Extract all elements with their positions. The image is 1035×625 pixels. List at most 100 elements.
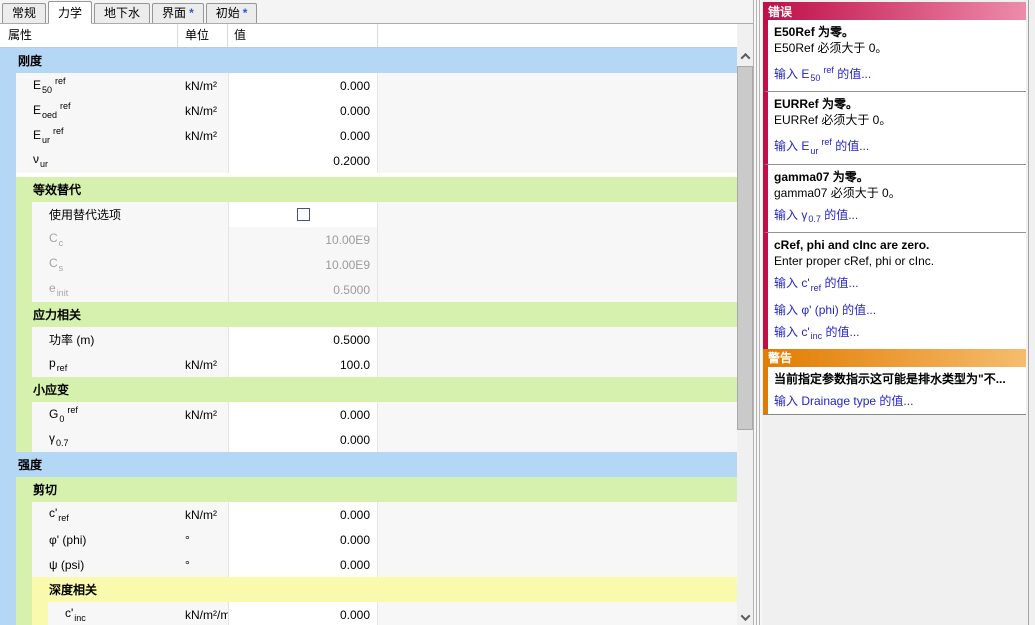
section-shear: 剪切 (0, 477, 737, 502)
pref-label: pref (32, 352, 178, 377)
row-cref: c'ref kN/m² 0.000 (0, 502, 737, 527)
pref-unit: kN/m² (178, 352, 228, 377)
einit-label: einit (32, 277, 178, 302)
error-title: E50Ref 为零。 (774, 25, 1020, 40)
section-alternatives: 等效替代 (0, 177, 737, 202)
cinc-label: c'inc (48, 602, 178, 625)
e50ref-unit: kN/m² (178, 73, 228, 98)
fix-e50ref-link[interactable]: 输入 E50ref 的值... (774, 63, 1020, 86)
feedback-panel: 错误 E50Ref 为零。 E50Ref 必须大于 0。 输入 E50ref 的… (763, 2, 1026, 415)
fix-phi-link[interactable]: 输入 φ' (phi) 的值... (774, 303, 1020, 318)
fix-cinc-link[interactable]: 输入 c'inc 的值... (774, 325, 1020, 344)
section-small-strain: 小应变 (0, 377, 737, 402)
eoedref-value-field[interactable]: 0.000 (228, 98, 378, 123)
cc-value-field: 10.00E9 (228, 227, 378, 252)
error-item-cref-phi-cinc: cRef, phi and cInc are zero. Enter prope… (763, 233, 1026, 349)
warning-item-drainage: 当前指定参数指示这可能是排水类型为"不... 输入 Drainage type … (763, 367, 1026, 414)
row-psi: ψ (psi) ° 0.000 (0, 552, 737, 577)
eoedref-label: Eoedref (16, 98, 178, 123)
section-stress-level: 应力相关 (0, 302, 737, 327)
column-header-unit: 单位 (178, 24, 228, 47)
error-title: gamma07 为零。 (774, 170, 1020, 185)
section-strength: 强度 (0, 452, 737, 477)
tab-mechanical[interactable]: 力学 (48, 1, 92, 24)
e50ref-label: E50ref (16, 73, 178, 98)
scrollbar-thumb[interactable] (737, 66, 753, 430)
window-edge-line (1028, 0, 1029, 625)
fix-drainage-type-link[interactable]: 输入 Drainage type 的值... (774, 394, 1020, 409)
cref-value-field[interactable]: 0.000 (228, 502, 378, 527)
warning-title: 当前指定参数指示这可能是排水类型为"不... (774, 372, 1020, 387)
error-desc: EURRef 必须大于 0。 (774, 113, 1020, 128)
section-stiffness: 刚度 (0, 48, 737, 73)
power-m-label: 功率 (m) (32, 327, 178, 352)
row-eoedref: Eoedref kN/m² 0.000 (0, 98, 737, 123)
nu-ur-value-field[interactable]: 0.2000 (228, 148, 378, 173)
pref-value-field[interactable]: 100.0 (228, 352, 378, 377)
pane-splitter[interactable] (753, 0, 762, 625)
chevron-up-icon (740, 52, 750, 62)
cref-label: c'ref (32, 502, 178, 527)
cs-value-field: 10.00E9 (228, 252, 378, 277)
phi-label: φ' (phi) (32, 527, 178, 552)
feedback-pane: 错误 E50Ref 为零。 E50Ref 必须大于 0。 输入 E50ref 的… (753, 0, 1035, 625)
cref-unit: kN/m² (178, 502, 228, 527)
e50ref-value-field[interactable]: 0.000 (228, 73, 378, 98)
cinc-unit: kN/m²/m (178, 602, 228, 625)
eurref-label: Eurref (16, 123, 178, 148)
vertical-scrollbar[interactable] (737, 48, 753, 625)
row-e50ref: E50ref kN/m² 0.000 (0, 73, 737, 98)
use-alternatives-checkbox[interactable] (297, 208, 310, 221)
error-desc: Enter proper cRef, phi or cInc. (774, 254, 1020, 269)
tab-interfaces[interactable]: 界面* (152, 3, 204, 23)
psi-value-field[interactable]: 0.000 (228, 552, 378, 577)
use-alternatives-label: 使用替代选项 (32, 202, 178, 227)
eoedref-unit: kN/m² (178, 98, 228, 123)
row-cc: Cc 10.00E9 (0, 227, 737, 252)
row-einit: einit 0.5000 (0, 277, 737, 302)
phi-unit: ° (178, 527, 228, 552)
tab-groundwater[interactable]: 地下水 (94, 3, 150, 23)
nu-ur-label: νur (16, 148, 178, 173)
warnings-header: 警告 (763, 349, 1026, 367)
section-strength-title: 强度 (0, 452, 737, 477)
row-gamma07: γ0.7 0.000 (0, 427, 737, 452)
error-item-gamma07: gamma07 为零。 gamma07 必须大于 0。 输入 γ0.7 的值..… (763, 165, 1026, 233)
row-use-alternatives: 使用替代选项 (0, 202, 737, 227)
row-cs: Cs 10.00E9 (0, 252, 737, 277)
row-phi: φ' (phi) ° 0.000 (0, 527, 737, 552)
eurref-unit: kN/m² (178, 123, 228, 148)
gamma07-value-field[interactable]: 0.000 (228, 427, 378, 452)
modified-star-icon: * (243, 6, 248, 20)
phi-value-field[interactable]: 0.000 (228, 527, 378, 552)
row-g0ref: G0ref kN/m² 0.000 (0, 402, 737, 427)
power-m-value-field[interactable]: 0.5000 (228, 327, 378, 352)
property-table: 刚度 E50ref kN/m² 0.000 Eoedref kN/m² 0.00… (0, 48, 737, 625)
section-alternatives-title: 等效替代 (16, 177, 737, 202)
error-title: EURRef 为零。 (774, 97, 1020, 112)
section-shear-title: 剪切 (16, 477, 737, 502)
scroll-up-button[interactable] (737, 48, 753, 64)
row-power-m: 功率 (m) 0.5000 (0, 327, 737, 352)
tab-initial[interactable]: 初始* (206, 3, 258, 23)
error-desc: E50Ref 必须大于 0。 (774, 41, 1020, 56)
error-desc: gamma07 必须大于 0。 (774, 186, 1020, 201)
g0ref-unit: kN/m² (178, 402, 228, 427)
cinc-value-field[interactable]: 0.000 (228, 602, 378, 625)
eurref-value-field[interactable]: 0.000 (228, 123, 378, 148)
cc-label: Cc (32, 227, 178, 252)
row-cinc: c'inc kN/m²/m 0.000 (0, 602, 737, 625)
einit-value-field: 0.5000 (228, 277, 378, 302)
scroll-down-button[interactable] (737, 609, 753, 625)
tab-general[interactable]: 常规 (2, 3, 46, 23)
fix-eurref-link[interactable]: 输入 Eurref 的值... (774, 135, 1020, 158)
g0ref-value-field[interactable]: 0.000 (228, 402, 378, 427)
section-stiffness-title: 刚度 (0, 48, 737, 73)
row-nu-ur: νur 0.2000 (0, 148, 737, 173)
fix-cref-link[interactable]: 输入 c'ref 的值... (774, 276, 1020, 295)
error-title: cRef, phi and cInc are zero. (774, 238, 1020, 253)
gamma07-label: γ0.7 (32, 427, 178, 452)
errors-header: 错误 (763, 2, 1026, 20)
cs-label: Cs (32, 252, 178, 277)
fix-gamma07-link[interactable]: 输入 γ0.7 的值... (774, 208, 1020, 227)
